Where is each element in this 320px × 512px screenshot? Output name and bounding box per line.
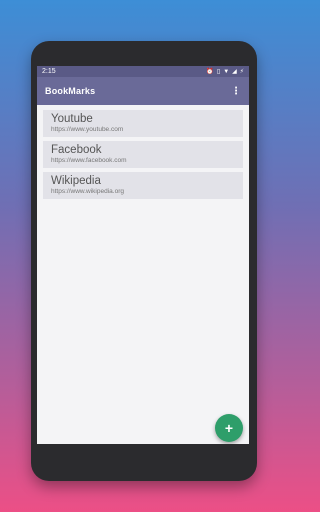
battery-charging-icon: ⚡ bbox=[239, 69, 244, 75]
status-icons: ⏰ ▯ ▼ ◢ ⚡ bbox=[206, 68, 244, 76]
status-bar: 2:15 ⏰ ▯ ▼ ◢ ⚡ bbox=[37, 66, 249, 77]
app-screen: 2:15 ⏰ ▯ ▼ ◢ ⚡ BookMarks ⋮ Youtube https… bbox=[37, 66, 249, 444]
add-bookmark-button[interactable]: + bbox=[215, 414, 243, 442]
bookmark-item-youtube[interactable]: Youtube https://www.youtube.com bbox=[43, 110, 243, 137]
more-vert-icon[interactable]: ⋮ bbox=[231, 86, 241, 97]
bookmark-url: https://www.facebook.com bbox=[51, 157, 127, 164]
vibrate-icon: ▯ bbox=[216, 69, 221, 75]
bookmark-list: Youtube https://www.youtube.com Facebook… bbox=[37, 105, 249, 199]
add-icon: + bbox=[224, 420, 234, 436]
alarm-icon: ⏰ bbox=[206, 69, 214, 75]
app-toolbar: BookMarks ⋮ bbox=[37, 77, 249, 105]
bookmark-url: https://www.wikipedia.org bbox=[51, 188, 124, 195]
bookmark-item-wikipedia[interactable]: Wikipedia https://www.wikipedia.org bbox=[43, 172, 243, 199]
status-time: 2:15 bbox=[42, 68, 56, 75]
signal-icon: ◢ bbox=[232, 69, 237, 75]
bookmark-title: Youtube bbox=[51, 113, 93, 125]
bookmark-item-facebook[interactable]: Facebook https://www.facebook.com bbox=[43, 141, 243, 168]
wifi-icon: ▼ bbox=[223, 68, 230, 75]
bookmark-url: https://www.youtube.com bbox=[51, 126, 124, 133]
bookmark-title: Wikipedia bbox=[51, 175, 101, 187]
app-title: BookMarks bbox=[45, 86, 96, 96]
bookmark-title: Facebook bbox=[51, 144, 102, 156]
